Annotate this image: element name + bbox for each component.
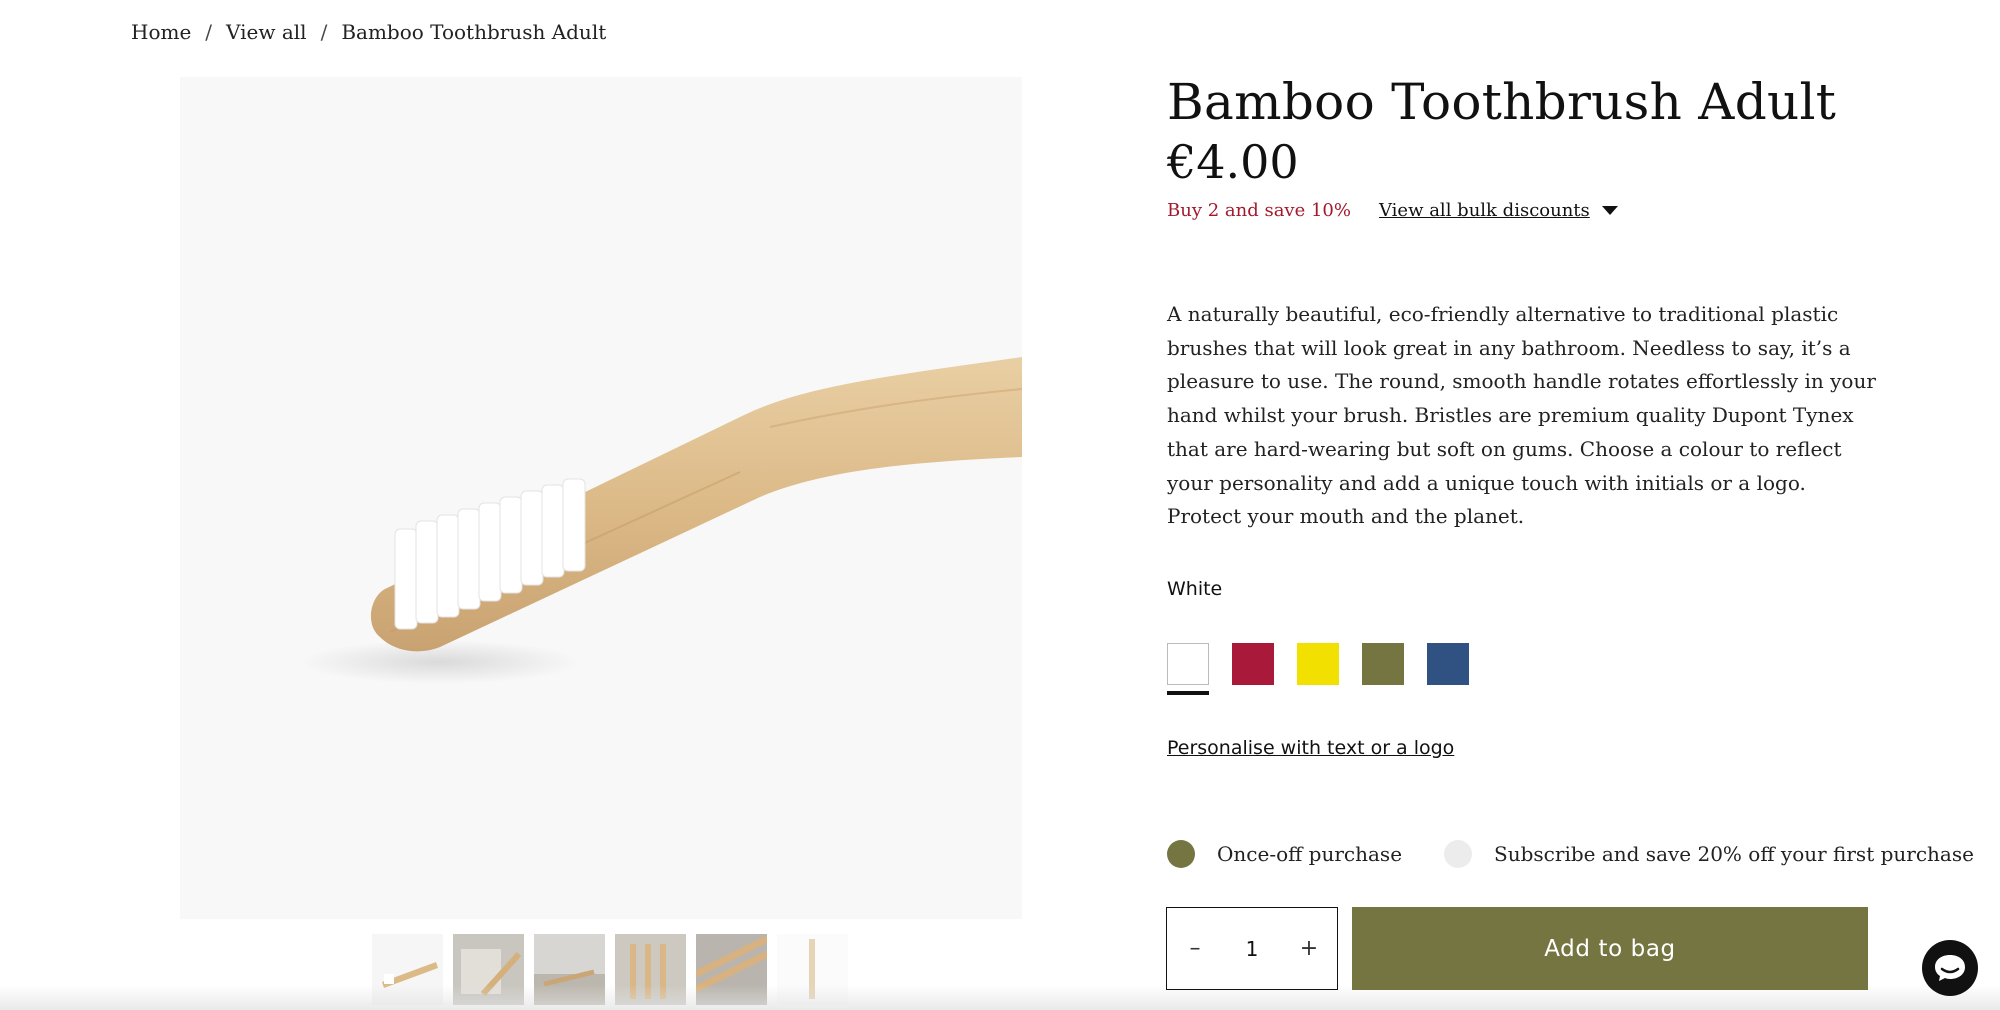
once-off-purchase-option[interactable]: Once-off purchase (1167, 840, 1402, 868)
swatch-olive[interactable] (1362, 643, 1404, 695)
breadcrumb-view-all[interactable]: View all (226, 20, 307, 44)
swatch-color (1232, 643, 1274, 685)
subscribe-label: Subscribe and save 20% off your first pu… (1494, 842, 1974, 866)
product-description: A naturally beautiful, eco-friendly alte… (1167, 302, 1876, 529)
chat-button[interactable] (1922, 940, 1978, 996)
swatch-blue[interactable] (1427, 643, 1469, 695)
view-bulk-discounts-link[interactable]: View all bulk discounts (1379, 200, 1618, 221)
increase-quantity-button[interactable]: + (1299, 936, 1319, 961)
product-info: Bamboo Toothbrush Adult €4.00 Buy 2 and … (1167, 70, 1867, 221)
breadcrumb-current: Bamboo Toothbrush Adult (341, 20, 607, 44)
add-to-bag-button[interactable]: Add to bag (1352, 907, 1868, 990)
once-off-label: Once-off purchase (1217, 842, 1403, 866)
product-price: €4.00 (1167, 135, 1299, 189)
purchase-options: Once-off purchase Subscribe and save 20%… (1167, 840, 1974, 868)
quantity-value[interactable]: 1 (1246, 937, 1259, 961)
swatch-color (1167, 643, 1209, 685)
personalise-link[interactable]: Personalise with text or a logo (1167, 737, 1454, 759)
caret-down-icon (1601, 206, 1618, 215)
product-title: Bamboo Toothbrush Adult (1167, 73, 1837, 131)
breadcrumb-separator: / (205, 20, 213, 44)
chat-bubble-icon (1935, 955, 1965, 981)
swatch-yellow[interactable] (1297, 643, 1339, 695)
subscribe-option[interactable]: Subscribe and save 20% off your first pu… (1444, 840, 1974, 868)
product-main-image[interactable] (180, 77, 1022, 919)
selected-colour-label: White (1167, 578, 1223, 600)
radio-selected-icon[interactable] (1167, 840, 1195, 868)
swatch-red[interactable] (1232, 643, 1274, 695)
colour-swatches (1167, 643, 1469, 695)
radio-unselected-icon[interactable] (1444, 840, 1473, 868)
bulk-discount-row: Buy 2 and save 10% View all bulk discoun… (1167, 200, 1867, 221)
toothbrush-illustration (300, 357, 1022, 684)
breadcrumb-home[interactable]: Home (131, 20, 191, 44)
swatch-color (1362, 643, 1404, 685)
swatch-white[interactable] (1167, 643, 1209, 695)
quantity-stepper: – 1 + (1166, 907, 1338, 990)
bulk-save-text: Buy 2 and save 10% (1167, 200, 1351, 221)
selected-indicator (1167, 691, 1209, 695)
swatch-color (1297, 643, 1339, 685)
swatch-color (1427, 643, 1469, 685)
bulk-link-label: View all bulk discounts (1378, 200, 1590, 221)
breadcrumb: Home / View all / Bamboo Toothbrush Adult (131, 20, 606, 44)
decrease-quantity-button[interactable]: – (1185, 936, 1205, 961)
breadcrumb-separator: / (320, 20, 328, 44)
